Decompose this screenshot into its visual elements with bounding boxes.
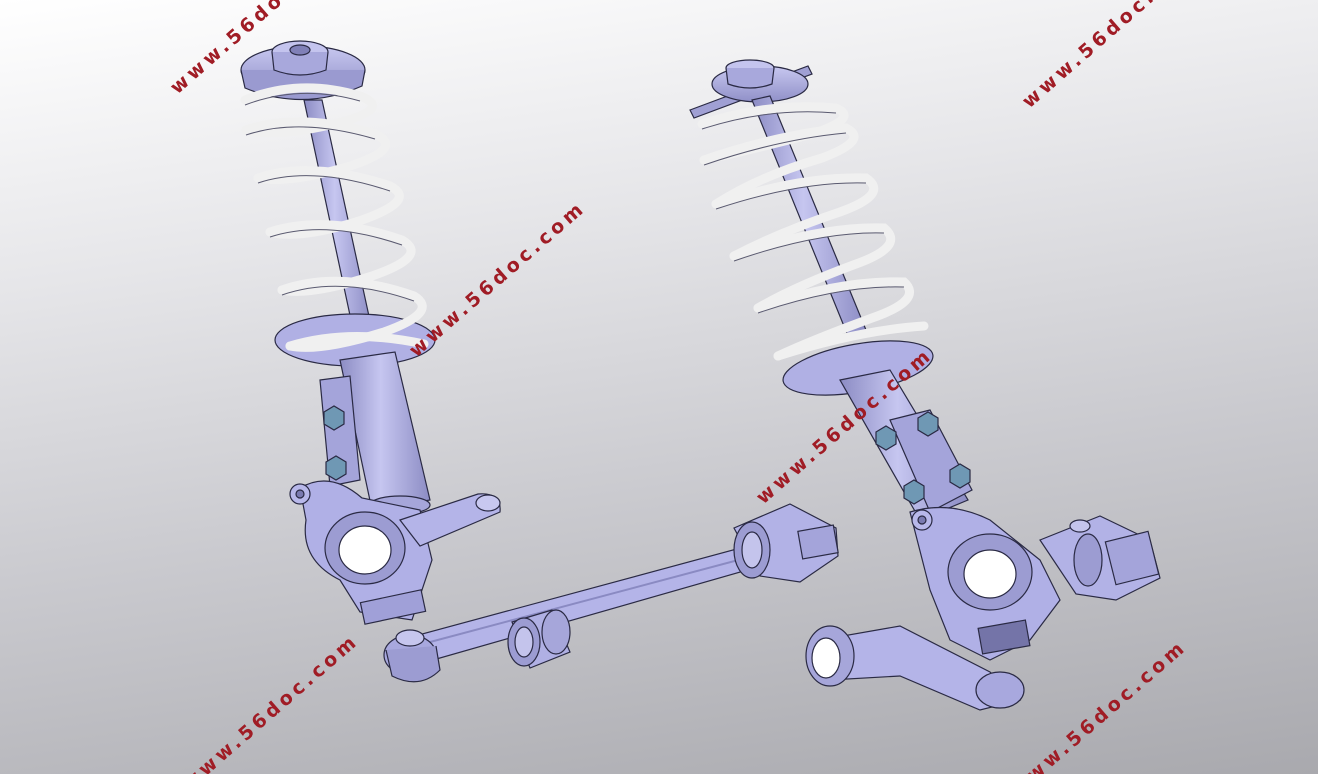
right-brake-caliper [1039,515,1161,601]
right-nut-1 [917,411,939,437]
control-arm-bar [399,539,783,667]
left-nut-2 [325,455,347,481]
right-coil-spring [697,102,929,361]
right-strut [689,59,1161,711]
arm-bushing-right [733,503,839,583]
right-nut-2 [875,425,897,451]
left-strut [240,40,501,625]
left-nut-1 [323,405,345,431]
right-nut-4 [903,479,925,505]
suspension-assembly-model [240,40,1161,711]
right-nut-3 [949,463,971,489]
cad-viewport[interactable]: www.56doc.com www.56doc.com www.56doc.co… [0,0,1318,774]
